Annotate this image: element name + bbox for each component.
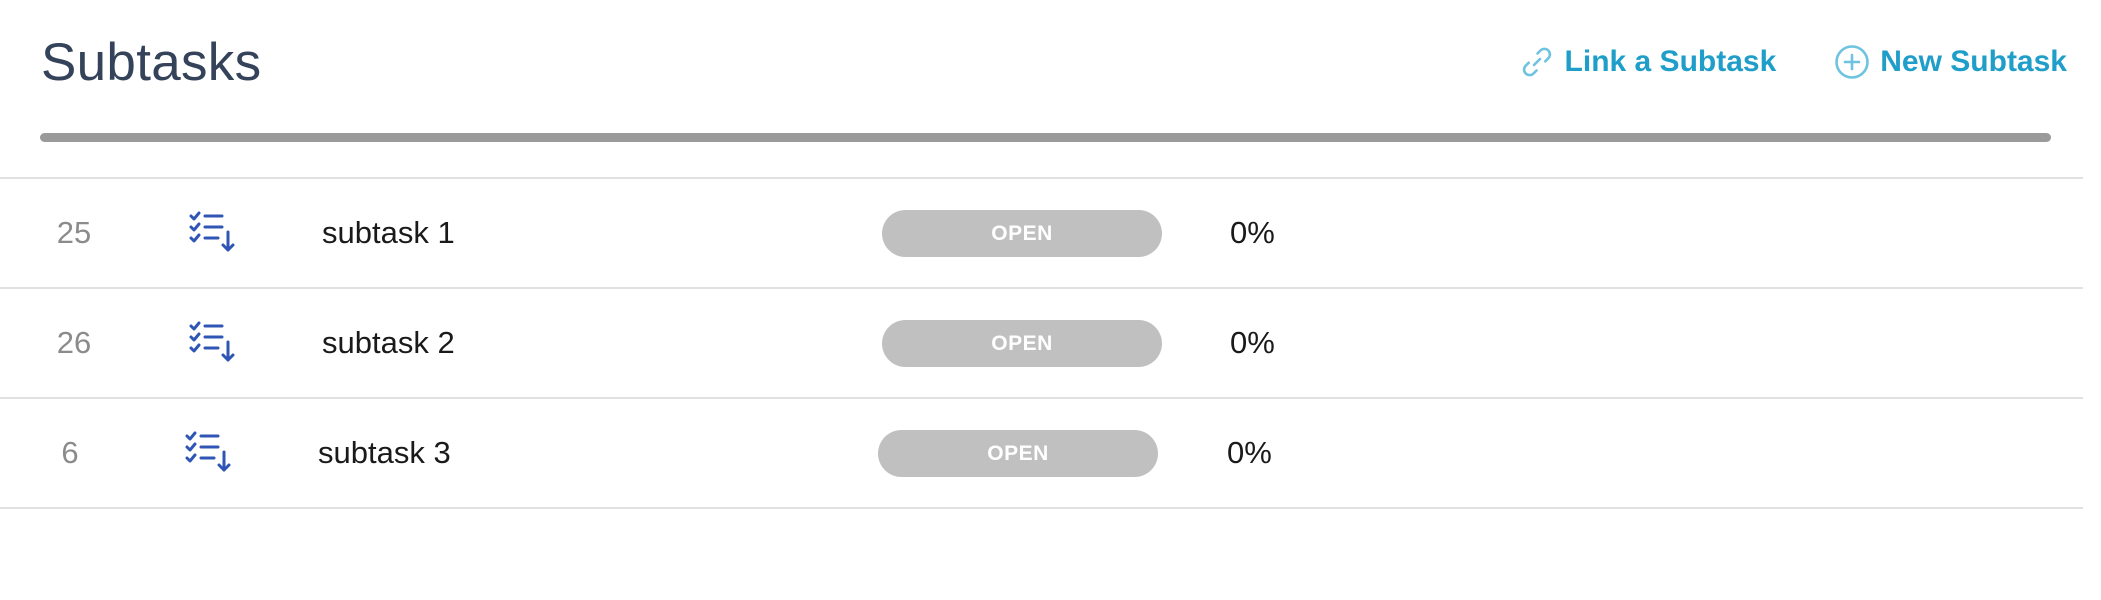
subtasks-panel: Subtasks Link a Subtask New Subtask 25 s…: [0, 0, 2101, 600]
new-subtask-button[interactable]: New Subtask: [1832, 42, 2067, 82]
subtask-list-icon: [182, 399, 238, 507]
status-cell: OPEN: [882, 179, 1162, 287]
subtask-row[interactable]: 25 subtask 1 OPEN 0%: [0, 179, 2083, 289]
header-actions: Link a Subtask New Subtask: [1517, 38, 2067, 86]
progress-percent: 0%: [1230, 325, 1275, 360]
link-subtask-button[interactable]: Link a Subtask: [1517, 42, 1777, 82]
subtask-name[interactable]: subtask 2: [322, 289, 455, 397]
subtask-name[interactable]: subtask 1: [322, 179, 455, 287]
subtask-row[interactable]: 6 subtask 3 OPEN 0%: [0, 399, 2083, 509]
status-badge: OPEN: [882, 319, 1162, 367]
status-badge: OPEN: [878, 429, 1158, 477]
subtask-list-icon: [186, 289, 242, 397]
subtask-list-icon: [186, 179, 242, 287]
page-title: Subtasks: [41, 33, 262, 92]
subtask-row[interactable]: 26 subtask 2 OPEN 0%: [0, 289, 2083, 399]
subtask-name[interactable]: subtask 3: [318, 399, 451, 507]
subtask-id: 6: [61, 435, 79, 470]
link-subtask-label: Link a Subtask: [1564, 45, 1777, 78]
subtask-id: 25: [56, 215, 92, 250]
status-cell: OPEN: [878, 399, 1158, 507]
status-badge: OPEN: [882, 209, 1162, 257]
link-icon: [1517, 42, 1557, 82]
status-cell: OPEN: [882, 289, 1162, 397]
plus-circle-icon: [1832, 42, 1872, 82]
new-subtask-label: New Subtask: [1880, 45, 2067, 78]
subtask-id: 26: [56, 325, 92, 360]
header-divider: [40, 133, 2051, 142]
progress-percent: 0%: [1227, 435, 1272, 470]
subtask-list: 25 subtask 1 OPEN 0% 26 subtask 2 OPEN 0…: [0, 177, 2083, 509]
progress-percent: 0%: [1230, 215, 1275, 250]
